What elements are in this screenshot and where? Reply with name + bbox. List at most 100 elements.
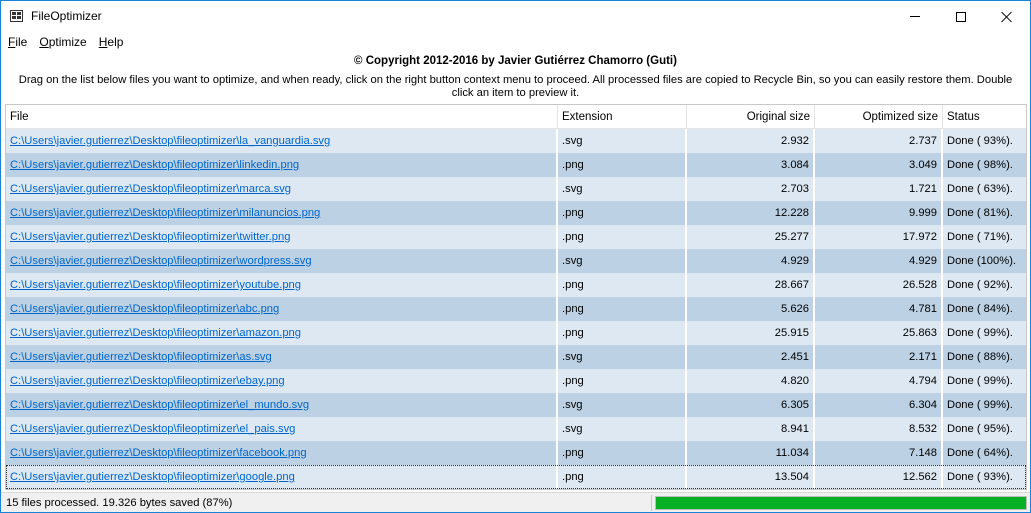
table-row[interactable]: C:\Users\javier.gutierrez\Desktop\fileop… <box>6 249 1026 273</box>
cell-status: Done ( 99%). <box>947 399 1013 411</box>
cell-extension: .svg <box>558 345 687 369</box>
file-link[interactable]: C:\Users\javier.gutierrez\Desktop\fileop… <box>10 351 272 363</box>
maximize-button[interactable] <box>938 1 984 32</box>
cell-status: Done ( 99%). <box>947 375 1013 387</box>
table-row[interactable]: C:\Users\javier.gutierrez\Desktop\fileop… <box>6 465 1026 489</box>
file-link[interactable]: C:\Users\javier.gutierrez\Desktop\fileop… <box>10 207 320 219</box>
instructions-text: Drag on the list below files you want to… <box>18 74 1013 99</box>
cell-status: Done (100%). <box>947 255 1017 267</box>
menu-optimize-mnemonic: O <box>39 35 49 49</box>
menu-bar: File Optimize Help <box>1 32 1030 52</box>
table-row[interactable]: C:\Users\javier.gutierrez\Desktop\fileop… <box>6 129 1026 153</box>
menu-help-label: elp <box>107 35 124 49</box>
file-link[interactable]: C:\Users\javier.gutierrez\Desktop\fileop… <box>10 279 301 291</box>
cell-original-size: 12.228 <box>687 201 815 225</box>
table-row[interactable]: C:\Users\javier.gutierrez\Desktop\fileop… <box>6 177 1026 201</box>
cell-extension: .png <box>558 441 687 465</box>
file-link[interactable]: C:\Users\javier.gutierrez\Desktop\fileop… <box>10 327 301 339</box>
table-row[interactable]: C:\Users\javier.gutierrez\Desktop\fileop… <box>6 417 1026 441</box>
menu-help[interactable]: Help <box>93 33 130 51</box>
minimize-icon <box>910 16 920 17</box>
cell-optimized-size: 17.972 <box>815 225 943 249</box>
file-link[interactable]: C:\Users\javier.gutierrez\Desktop\fileop… <box>10 135 330 147</box>
table-row[interactable]: C:\Users\javier.gutierrez\Desktop\fileop… <box>6 345 1026 369</box>
table-row[interactable]: C:\Users\javier.gutierrez\Desktop\fileop… <box>6 369 1026 393</box>
cell-optimized-size: 25.863 <box>815 321 943 345</box>
cell-file: C:\Users\javier.gutierrez\Desktop\fileop… <box>6 129 558 153</box>
file-link[interactable]: C:\Users\javier.gutierrez\Desktop\fileop… <box>10 231 290 243</box>
file-link[interactable]: C:\Users\javier.gutierrez\Desktop\fileop… <box>10 447 307 459</box>
progress-bar <box>655 496 1027 510</box>
cell-extension: .svg <box>558 177 687 201</box>
cell-file: C:\Users\javier.gutierrez\Desktop\fileop… <box>6 177 558 201</box>
file-link[interactable]: C:\Users\javier.gutierrez\Desktop\fileop… <box>10 423 295 435</box>
cell-status: Done ( 93%). <box>947 471 1013 483</box>
column-header-extension[interactable]: Extension <box>558 105 687 129</box>
cell-original-size: 8.941 <box>687 417 815 441</box>
cell-status: Done ( 81%). <box>947 207 1013 219</box>
cell-status: Done ( 93%). <box>947 135 1013 147</box>
cell-file: C:\Users\javier.gutierrez\Desktop\fileop… <box>6 249 558 273</box>
file-link[interactable]: C:\Users\javier.gutierrez\Desktop\fileop… <box>10 183 291 195</box>
column-header-optimized-size[interactable]: Optimized size <box>815 105 943 129</box>
file-link[interactable]: C:\Users\javier.gutierrez\Desktop\fileop… <box>10 159 299 171</box>
cell-file: C:\Users\javier.gutierrez\Desktop\fileop… <box>6 441 558 465</box>
menu-file[interactable]: File <box>2 33 33 51</box>
cell-optimized-size: 2.171 <box>815 345 943 369</box>
menu-optimize[interactable]: Optimize <box>33 33 92 51</box>
cell-original-size: 4.820 <box>687 369 815 393</box>
cell-optimized-size: 6.304 <box>815 393 943 417</box>
cell-extension: .svg <box>558 393 687 417</box>
file-list[interactable]: File Extension Original size Optimized s… <box>5 104 1027 490</box>
column-header-file[interactable]: File <box>6 105 558 129</box>
cell-original-size: 2.703 <box>687 177 815 201</box>
file-link[interactable]: C:\Users\javier.gutierrez\Desktop\fileop… <box>10 375 285 387</box>
cell-optimized-size: 9.999 <box>815 201 943 225</box>
table-row[interactable]: C:\Users\javier.gutierrez\Desktop\fileop… <box>6 441 1026 465</box>
table-row[interactable]: C:\Users\javier.gutierrez\Desktop\fileop… <box>6 393 1026 417</box>
file-link[interactable]: C:\Users\javier.gutierrez\Desktop\fileop… <box>10 303 279 315</box>
cell-original-size: 2.451 <box>687 345 815 369</box>
table-row[interactable]: C:\Users\javier.gutierrez\Desktop\fileop… <box>6 321 1026 345</box>
table-row[interactable]: C:\Users\javier.gutierrez\Desktop\fileop… <box>6 201 1026 225</box>
window-title: FileOptimizer <box>31 9 102 23</box>
table-row[interactable]: C:\Users\javier.gutierrez\Desktop\fileop… <box>6 153 1026 177</box>
cell-optimized-size: 12.562 <box>815 465 943 489</box>
file-link[interactable]: C:\Users\javier.gutierrez\Desktop\fileop… <box>10 471 295 483</box>
minimize-button[interactable] <box>892 1 938 32</box>
close-icon <box>1001 11 1013 23</box>
cell-status: Done ( 92%). <box>947 279 1013 291</box>
cell-extension: .png <box>558 297 687 321</box>
cell-status: Done ( 84%). <box>947 303 1013 315</box>
file-link[interactable]: C:\Users\javier.gutierrez\Desktop\fileop… <box>10 399 309 411</box>
maximize-icon <box>956 11 966 22</box>
app-grid-icon[interactable] <box>10 10 23 22</box>
cell-status: Done ( 71%). <box>947 231 1013 243</box>
cell-original-size: 11.034 <box>687 441 815 465</box>
cell-file: C:\Users\javier.gutierrez\Desktop\fileop… <box>6 273 558 297</box>
table-row[interactable]: C:\Users\javier.gutierrez\Desktop\fileop… <box>6 273 1026 297</box>
status-bar: 15 files processed. 19.326 bytes saved (… <box>1 492 1030 512</box>
list-rows: C:\Users\javier.gutierrez\Desktop\fileop… <box>6 129 1026 489</box>
table-row[interactable]: C:\Users\javier.gutierrez\Desktop\fileop… <box>6 297 1026 321</box>
cell-status: Done ( 64%). <box>947 447 1013 459</box>
file-link[interactable]: C:\Users\javier.gutierrez\Desktop\fileop… <box>10 255 312 267</box>
cell-original-size: 2.932 <box>687 129 815 153</box>
column-header-original-size[interactable]: Original size <box>687 105 815 129</box>
cell-optimized-size: 3.049 <box>815 153 943 177</box>
cell-optimized-size: 1.721 <box>815 177 943 201</box>
table-row[interactable]: C:\Users\javier.gutierrez\Desktop\fileop… <box>6 225 1026 249</box>
cell-file: C:\Users\javier.gutierrez\Desktop\fileop… <box>6 417 558 441</box>
cell-original-size: 6.305 <box>687 393 815 417</box>
column-header-status[interactable]: Status <box>943 105 1026 129</box>
cell-file: C:\Users\javier.gutierrez\Desktop\fileop… <box>6 369 558 393</box>
close-button[interactable] <box>984 1 1030 32</box>
cell-optimized-size: 26.528 <box>815 273 943 297</box>
status-text: 15 files processed. 19.326 bytes saved (… <box>6 497 233 509</box>
cell-status: Done ( 98%). <box>947 159 1013 171</box>
menu-optimize-label: ptimize <box>48 35 87 49</box>
cell-optimized-size: 4.781 <box>815 297 943 321</box>
cell-file: C:\Users\javier.gutierrez\Desktop\fileop… <box>6 153 558 177</box>
cell-original-size: 25.915 <box>687 321 815 345</box>
title-bar[interactable]: FileOptimizer <box>1 1 1030 32</box>
